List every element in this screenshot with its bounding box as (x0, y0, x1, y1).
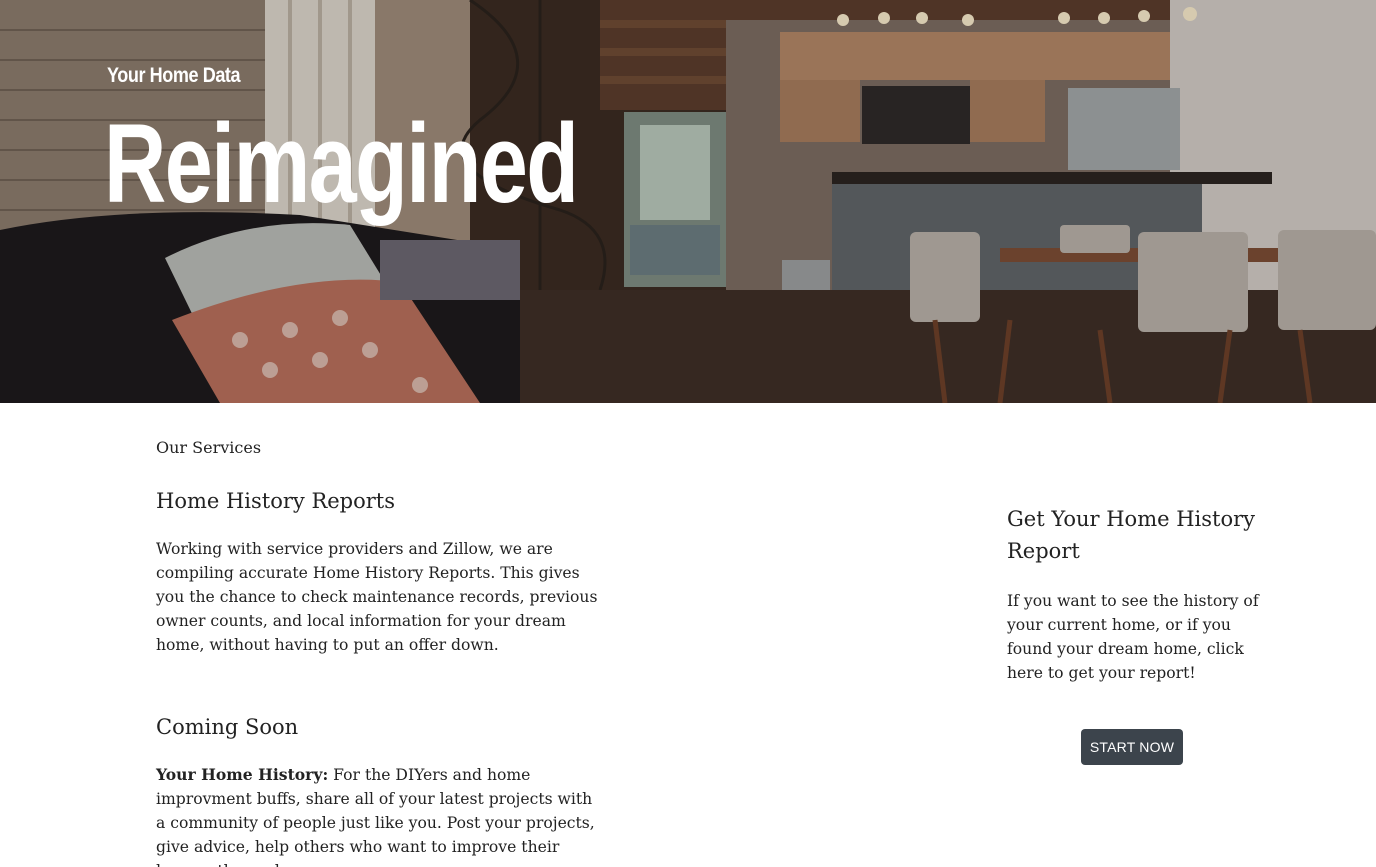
coming-soon-lead: Your Home History: (156, 765, 329, 784)
report-cta-heading: Get Your Home History Report (1007, 507, 1256, 563)
hero-title: Reimagined (104, 101, 579, 226)
home-history-heading: Home History Reports (156, 489, 396, 513)
services-column: Home History Reports Working with servic… (156, 486, 606, 867)
coming-soon-heading: Coming Soon (156, 715, 299, 739)
coming-soon-description: Your Home History: For the DIYers and ho… (156, 763, 606, 867)
report-cta-description: If you want to see the history of your c… (1007, 592, 1259, 682)
hero-banner: Your Home Data Reimagined (0, 0, 1376, 403)
services-section-label: Our Services (156, 438, 262, 457)
hero-kicker: Your Home Data (107, 64, 241, 87)
start-now-button[interactable]: START NOW (1081, 729, 1183, 765)
report-cta-panel: Get Your Home History Report If you want… (1007, 503, 1267, 685)
home-history-description: Working with service providers and Zillo… (156, 540, 598, 654)
